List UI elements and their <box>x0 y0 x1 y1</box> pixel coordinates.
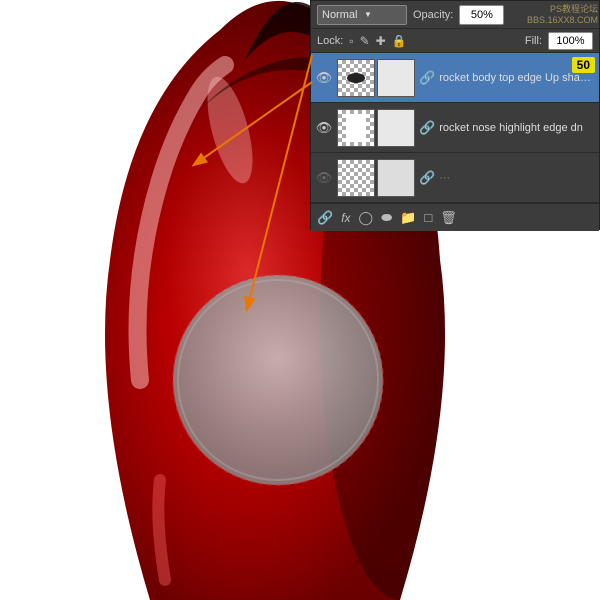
layer3-name: ··· <box>439 172 595 184</box>
blend-mode-arrow: ▼ <box>364 10 402 19</box>
layer-row-1[interactable]: 👁 🔗 rocket body top edge Up shadow 50 <box>311 53 599 103</box>
layer1-visibility-toggle[interactable]: 👁 <box>315 69 333 87</box>
layer3-mask-thumb <box>377 159 415 197</box>
lock-paint-icon[interactable]: ✎ <box>360 34 370 48</box>
layer3-content-thumb <box>337 159 375 197</box>
layers-panel: Normal ▼ Opacity: Lock: ▫ ✎ ✚ 🔒 Fill: 👁 … <box>310 0 600 230</box>
blend-opacity-bar: Normal ▼ Opacity: <box>311 1 599 29</box>
lock-all-icon[interactable]: 🔒 <box>392 34 407 48</box>
layer-row-3[interactable]: 👁 🔗 ··· <box>311 153 599 203</box>
layer2-name: rocket nose highlight edge dn <box>439 122 595 134</box>
fx-icon[interactable]: fx <box>341 211 350 225</box>
layer1-chain-icon: 🔗 <box>419 70 435 86</box>
lock-move-icon[interactable]: ✚ <box>376 34 386 48</box>
layer1-content-thumb <box>337 59 375 97</box>
fill-label: Fill: <box>525 35 542 47</box>
layer3-thumbnails <box>337 159 415 197</box>
layer2-mask-thumb <box>377 109 415 147</box>
layers-bottom-toolbar: 🔗 fx ◯ ⬬ 📁 □ 🗑 <box>311 203 599 231</box>
layer3-chain-icon: 🔗 <box>419 170 435 186</box>
lock-transparent-icon[interactable]: ▫ <box>349 34 353 48</box>
opacity-input[interactable] <box>459 5 504 25</box>
layer-row-2[interactable]: 👁 🔗 rocket nose highlight edge dn <box>311 103 599 153</box>
new-layer-icon[interactable]: □ <box>424 210 432 225</box>
opacity-badge: 50 <box>572 57 595 73</box>
layer1-thumbnails <box>337 59 415 97</box>
lock-fill-bar: Lock: ▫ ✎ ✚ 🔒 Fill: <box>311 29 599 53</box>
fill-input[interactable] <box>548 32 593 50</box>
blend-mode-dropdown[interactable]: Normal ▼ <box>317 5 407 25</box>
mask-icon[interactable]: ⬬ <box>381 210 392 226</box>
layer2-visibility-toggle[interactable]: 👁 <box>315 119 333 137</box>
layer2-content-thumb <box>337 109 375 147</box>
layer2-chain-icon: 🔗 <box>419 120 435 136</box>
delete-layer-icon[interactable]: 🗑 <box>440 210 457 226</box>
layer3-visibility-toggle[interactable]: 👁 <box>315 169 333 187</box>
lock-label: Lock: <box>317 35 343 47</box>
adjustment-icon[interactable]: ◯ <box>359 210 374 226</box>
layer1-name: rocket body top edge Up shadow <box>439 72 595 84</box>
opacity-label: Opacity: <box>413 9 453 21</box>
layer1-mask-thumb <box>377 59 415 97</box>
folder-icon[interactable]: 📁 <box>400 210 416 226</box>
link-layers-icon[interactable]: 🔗 <box>317 210 333 226</box>
blend-mode-value: Normal <box>322 9 360 21</box>
layer2-thumbnails <box>337 109 415 147</box>
